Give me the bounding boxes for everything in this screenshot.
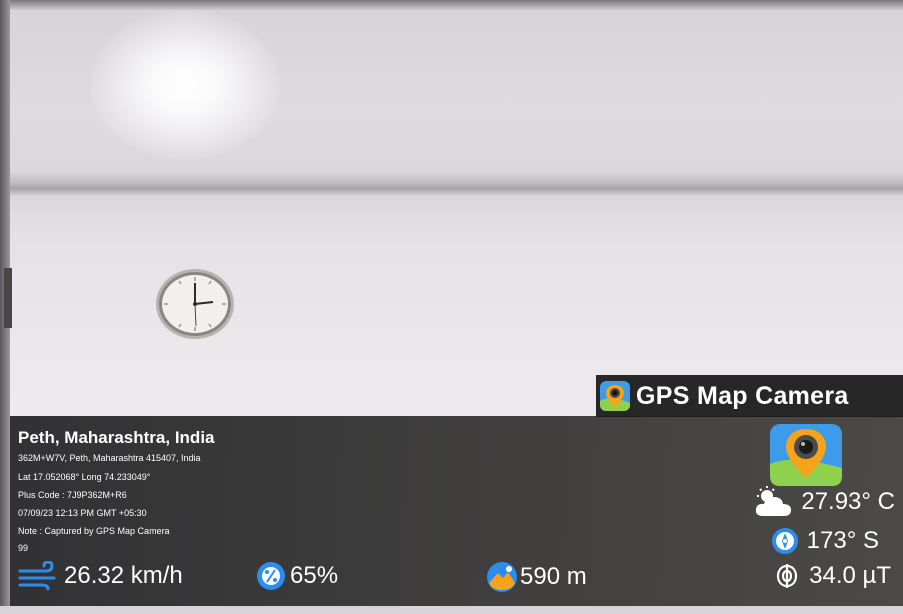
wall-clock xyxy=(156,269,234,339)
wind-icon xyxy=(18,561,56,591)
gps-map-camera-app-icon xyxy=(600,381,630,411)
humidity-stat: 65% xyxy=(256,561,338,591)
address-line: 362M+W7V, Peth, Maharashtra 415407, Indi… xyxy=(18,453,201,463)
altitude-icon xyxy=(487,562,517,592)
datetime-line: 07/09/23 12:13 PM GMT +05:30 xyxy=(18,508,147,518)
humidity-percent-icon xyxy=(257,562,285,590)
direction-value: 173° S xyxy=(806,527,879,554)
coordinates-line: Lat 17.052068° Long 74.233049° xyxy=(18,472,151,482)
note-line: Note : Captured by GPS Map Camera xyxy=(18,526,170,536)
plus-code-line: Plus Code : 7J9P362M+R6 xyxy=(18,490,127,500)
location-title: Peth, Maharashtra, India xyxy=(18,428,215,447)
brand-header: GPS Map Camera xyxy=(596,375,903,417)
altitude-stat: 590 m xyxy=(486,561,587,593)
magnet-field-icon xyxy=(777,564,798,588)
temperature-value: 27.93° C xyxy=(801,488,895,515)
humidity-value: 65% xyxy=(290,562,339,589)
magnetic-stat: 34.0 µT xyxy=(773,562,891,590)
photo-top-edge xyxy=(0,0,903,10)
photo-bottom-edge xyxy=(0,606,903,614)
wall-edge-object xyxy=(4,268,12,328)
brand-title: GPS Map Camera xyxy=(636,381,849,410)
wall-molding xyxy=(10,172,903,202)
cloud-sun-icon xyxy=(756,486,792,516)
magnetic-value: 34.0 µT xyxy=(809,562,891,589)
direction-stat: 173° S xyxy=(771,527,879,555)
gps-map-camera-logo xyxy=(770,424,842,486)
light-glare xyxy=(90,10,280,160)
extra-line: 99 xyxy=(18,543,29,553)
wind-value: 26.32 km/h xyxy=(64,562,183,589)
wind-stat: 26.32 km/h xyxy=(18,561,183,591)
altitude-value: 590 m xyxy=(520,563,587,590)
compass-icon xyxy=(771,528,798,554)
photo-background: GPS Map Camera Peth, Maharashtra, India … xyxy=(0,0,903,614)
temperature-stat: 27.93° C xyxy=(753,486,895,518)
